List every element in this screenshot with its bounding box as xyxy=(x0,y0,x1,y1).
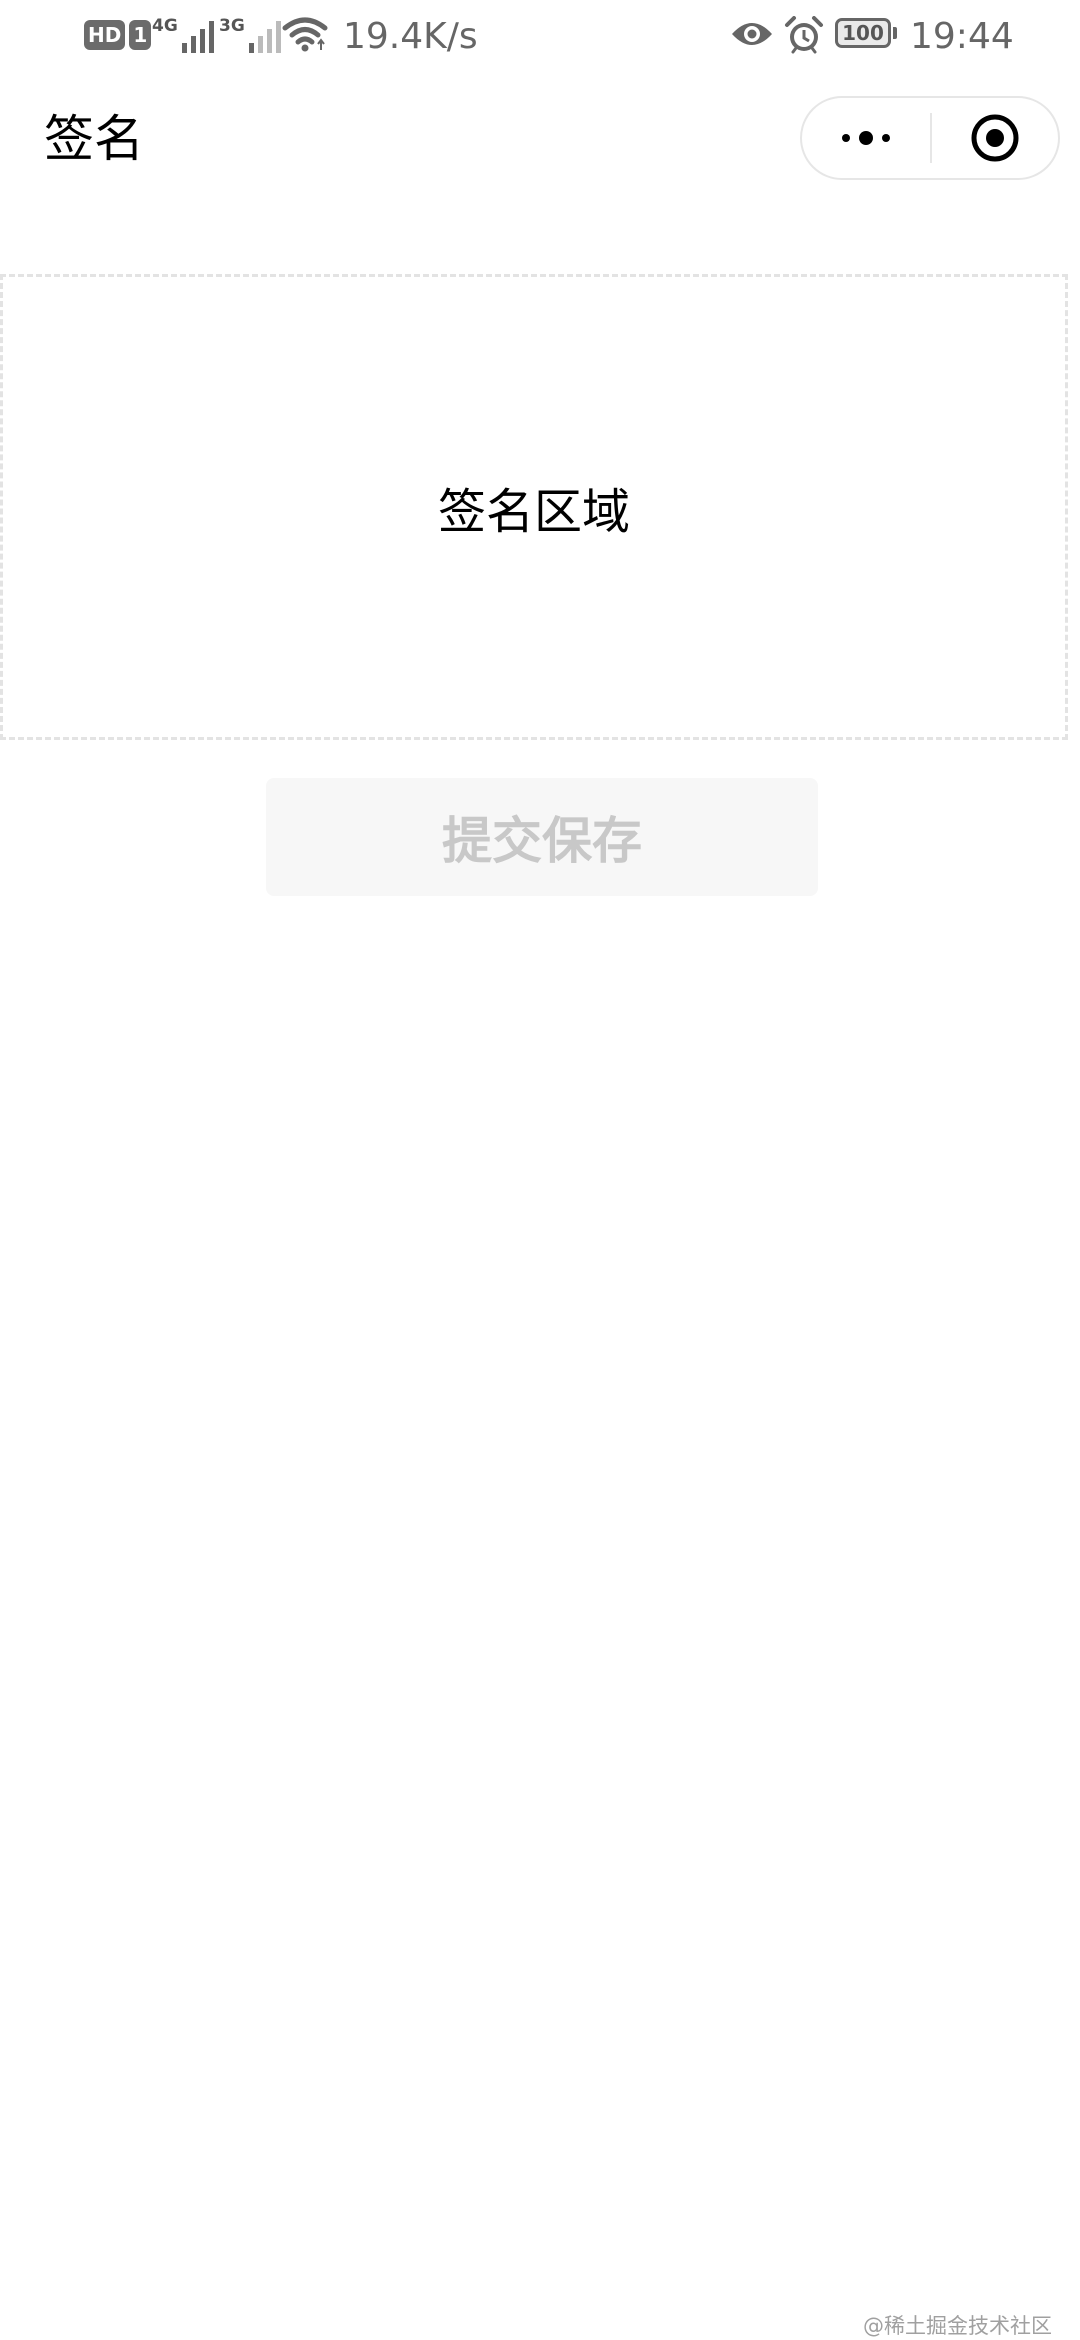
status-bar: HD 1 4G 3G 19.4K/s 100 19:44 xyxy=(0,0,1080,75)
submit-save-button[interactable]: 提交保存 xyxy=(266,778,818,896)
mini-program-capsule xyxy=(800,96,1060,180)
eye-icon xyxy=(730,18,774,50)
hd-volte-badge: HD 1 xyxy=(84,19,152,51)
battery-icon: 100 xyxy=(835,18,897,48)
signal-4g-icon: 4G xyxy=(152,16,220,54)
signature-canvas[interactable]: 签名区域 xyxy=(0,274,1068,740)
watermark: @稀土掘金技术社区 xyxy=(863,2314,1052,2338)
network-type-2: 3G xyxy=(219,16,245,36)
page-title: 签名 xyxy=(44,110,144,168)
signal-3g-icon: 3G xyxy=(219,16,287,54)
network-speed: 19.4K/s xyxy=(343,16,478,57)
more-dots-icon[interactable] xyxy=(802,98,930,178)
signal-bars-weak-icon xyxy=(248,21,281,53)
target-circle-icon[interactable] xyxy=(932,98,1058,178)
network-type-1: 4G xyxy=(152,16,178,36)
battery-level: 100 xyxy=(835,18,891,48)
hd-label: HD xyxy=(84,20,126,50)
wifi-icon xyxy=(282,16,328,54)
alarm-icon xyxy=(784,16,824,54)
sim-label: 1 xyxy=(129,20,152,50)
battery-tip xyxy=(893,27,897,39)
signature-placeholder: 签名区域 xyxy=(437,484,630,540)
status-time: 19:44 xyxy=(910,16,1014,57)
signal-bars-icon xyxy=(181,21,214,53)
